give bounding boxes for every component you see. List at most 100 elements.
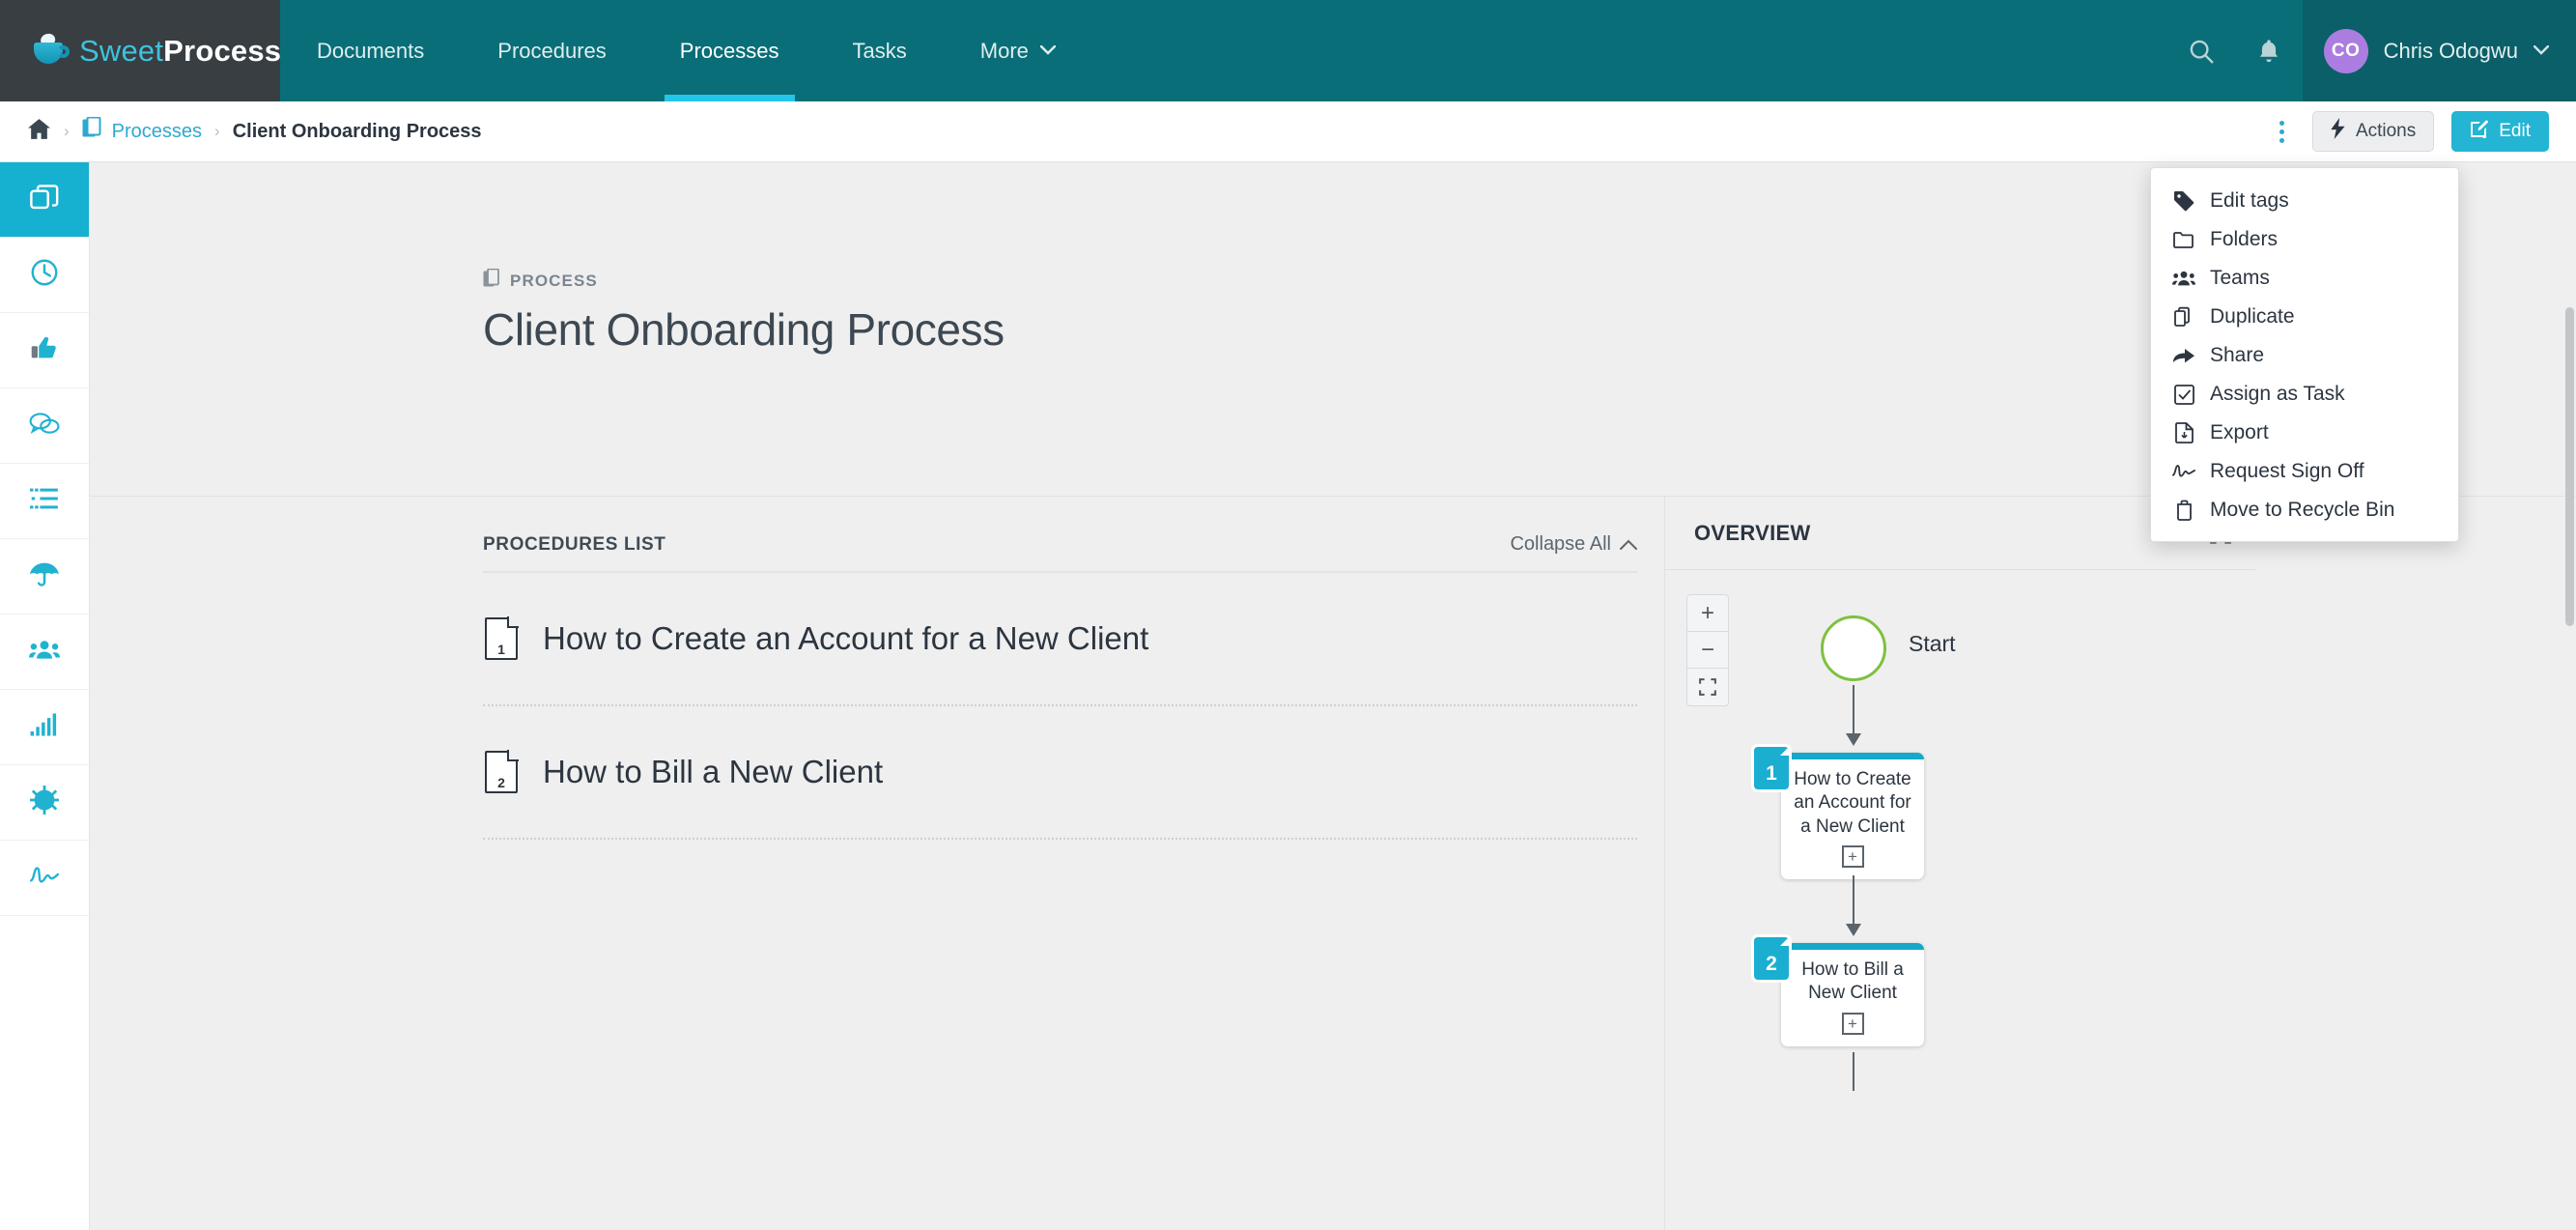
chevron-up-icon <box>1620 533 1637 556</box>
brand-logo[interactable]: SweetProcess <box>0 0 281 101</box>
user-menu[interactable]: CO Chris Odogwu <box>2302 0 2576 101</box>
menu-item-request-sign-off[interactable]: Request Sign Off <box>2151 452 2458 491</box>
flow-arrowhead <box>1846 924 1861 936</box>
flow-node-expand-button[interactable]: + <box>1841 844 1864 868</box>
top-navigation-bar: SweetProcess Documents Procedures Proces… <box>0 0 2576 101</box>
menu-item-assign-as-task[interactable]: Assign as Task <box>2151 375 2458 414</box>
flow-connector <box>1853 875 1854 928</box>
brand-wordmark: SweetProcess <box>79 34 281 69</box>
sweetprocess-cup-icon <box>29 31 70 72</box>
content-type-eyebrow: PROCESS <box>483 268 1005 294</box>
procedure-doc-icon: 1 <box>485 616 519 660</box>
signature-icon <box>29 864 60 892</box>
breadcrumb-link-label: Processes <box>111 120 203 142</box>
procedure-row[interactable]: 2 How to Bill a New Client <box>483 706 1637 840</box>
actions-label: Actions <box>2355 121 2417 141</box>
menu-item-export[interactable]: Export <box>2151 414 2458 452</box>
flow-connector <box>1853 1052 1854 1091</box>
sidebar-item-processes[interactable] <box>0 162 89 238</box>
menu-item-label: Assign as Task <box>2210 383 2345 405</box>
procedures-panel: PROCEDURES LIST Collapse All 1 How to Cr… <box>483 533 1637 840</box>
sidebar-item-history[interactable] <box>0 238 89 313</box>
sidebar-item-reports[interactable] <box>0 690 89 765</box>
page-title: Client Onboarding Process <box>483 304 1005 355</box>
nav-item-documents[interactable]: Documents <box>280 0 461 101</box>
menu-item-edit-tags[interactable]: Edit tags <box>2151 182 2458 220</box>
procedure-number: 1 <box>497 642 505 657</box>
hero-heading-group: PROCESS Client Onboarding Process <box>483 268 1005 356</box>
thumbs-up-icon <box>30 333 59 367</box>
umbrella-icon <box>29 560 60 592</box>
menu-item-folders[interactable]: Folders <box>2151 220 2458 259</box>
overview-canvas[interactable]: + − Start 1 How to Create an Account for… <box>1665 571 2255 1230</box>
zoom-fit-button[interactable] <box>1687 669 1728 705</box>
sidebar-item-approvals[interactable] <box>0 313 89 388</box>
breadcrumb-current: Client Onboarding Process <box>232 120 482 142</box>
nav-right-group: CO Chris Odogwu <box>2167 0 2576 101</box>
sidebar-item-settings[interactable] <box>0 765 89 841</box>
edit-button[interactable]: Edit <box>2451 111 2549 152</box>
actions-button[interactable]: Actions <box>2311 111 2435 152</box>
eyebrow-label: PROCESS <box>510 272 598 290</box>
menu-item-share[interactable]: Share <box>2151 336 2458 375</box>
home-icon[interactable] <box>27 118 51 146</box>
brand-sweet: Sweet <box>79 33 164 68</box>
nav-item-processes[interactable]: Processes <box>643 0 816 101</box>
menu-item-move-to-recycle-bin[interactable]: Move to Recycle Bin <box>2151 491 2458 529</box>
search-icon[interactable] <box>2167 0 2235 101</box>
procedures-panel-header: PROCEDURES LIST Collapse All <box>483 533 1637 573</box>
breadcrumb-bar: › Processes › Client Onboarding Process … <box>0 101 2576 162</box>
flow-connector <box>1853 685 1854 737</box>
scrollbar-thumb[interactable] <box>2565 307 2574 626</box>
breadcrumb-separator: › <box>214 122 220 140</box>
people-icon <box>29 637 60 667</box>
menu-item-teams[interactable]: Teams <box>2151 259 2458 298</box>
page-scrollbar[interactable] <box>2562 162 2576 1230</box>
sidebar-item-teams[interactable] <box>0 615 89 690</box>
nav-item-tasks[interactable]: Tasks <box>816 0 944 101</box>
checkbox-icon <box>2172 384 2195 405</box>
list-icon <box>30 486 59 516</box>
zoom-controls: + − <box>1686 594 1729 706</box>
gear-icon <box>30 786 59 819</box>
collapse-all-button[interactable]: Collapse All <box>1510 533 1637 556</box>
flow-node-text: How to Create an Account for a New Clien… <box>1794 769 1911 837</box>
avatar: CO <box>2323 28 2368 73</box>
zoom-out-button[interactable]: − <box>1687 632 1728 669</box>
nav-item-procedures[interactable]: Procedures <box>461 0 643 101</box>
left-icon-rail <box>0 162 90 1230</box>
lower-content: PROCEDURES LIST Collapse All 1 How to Cr… <box>90 497 2576 1230</box>
flow-start-node[interactable] <box>1821 615 1886 681</box>
flow-node-expand-button[interactable]: + <box>1841 1012 1864 1035</box>
people-icon <box>2172 269 2195 288</box>
duplicate-icon <box>2172 306 2195 328</box>
overview-panel: OVERVIEW print + − <box>1664 497 2255 1230</box>
menu-item-label: Move to Recycle Bin <box>2210 499 2395 521</box>
sidebar-item-tasks[interactable] <box>0 464 89 539</box>
zoom-in-button[interactable]: + <box>1687 595 1728 632</box>
procedure-row[interactable]: 1 How to Create an Account for a New Cli… <box>483 573 1637 706</box>
bar-chart-icon <box>30 712 59 742</box>
menu-item-label: Request Sign Off <box>2210 460 2364 482</box>
flow-node-2[interactable]: 2 How to Bill a New Client + <box>1754 937 1924 1046</box>
sidebar-item-umbrella[interactable] <box>0 539 89 615</box>
menu-item-label: Share <box>2210 344 2265 366</box>
export-icon <box>2172 422 2195 443</box>
sidebar-item-sign-off[interactable] <box>0 841 89 916</box>
flow-node-text: How to Bill a New Client <box>1801 959 1904 1004</box>
brand-process: Process <box>163 33 282 68</box>
flow-node-badge: 1 <box>1754 747 1789 789</box>
more-options-icon[interactable] <box>2270 115 2295 148</box>
sidebar-item-comments[interactable] <box>0 388 89 464</box>
bell-icon[interactable] <box>2235 0 2303 101</box>
procedure-name: How to Create an Account for a New Clien… <box>543 620 1149 656</box>
menu-item-label: Teams <box>2210 267 2270 289</box>
overview-title: OVERVIEW <box>1694 520 1811 545</box>
flow-node-1[interactable]: 1 How to Create an Account for a New Cli… <box>1754 747 1924 879</box>
nav-label: Documents <box>317 38 425 63</box>
nav-label: Tasks <box>852 38 907 63</box>
menu-item-duplicate[interactable]: Duplicate <box>2151 298 2458 336</box>
user-name: Chris Odogwu <box>2383 38 2518 63</box>
nav-item-more[interactable]: More <box>944 0 1092 101</box>
breadcrumb-link-processes[interactable]: Processes <box>82 116 203 146</box>
